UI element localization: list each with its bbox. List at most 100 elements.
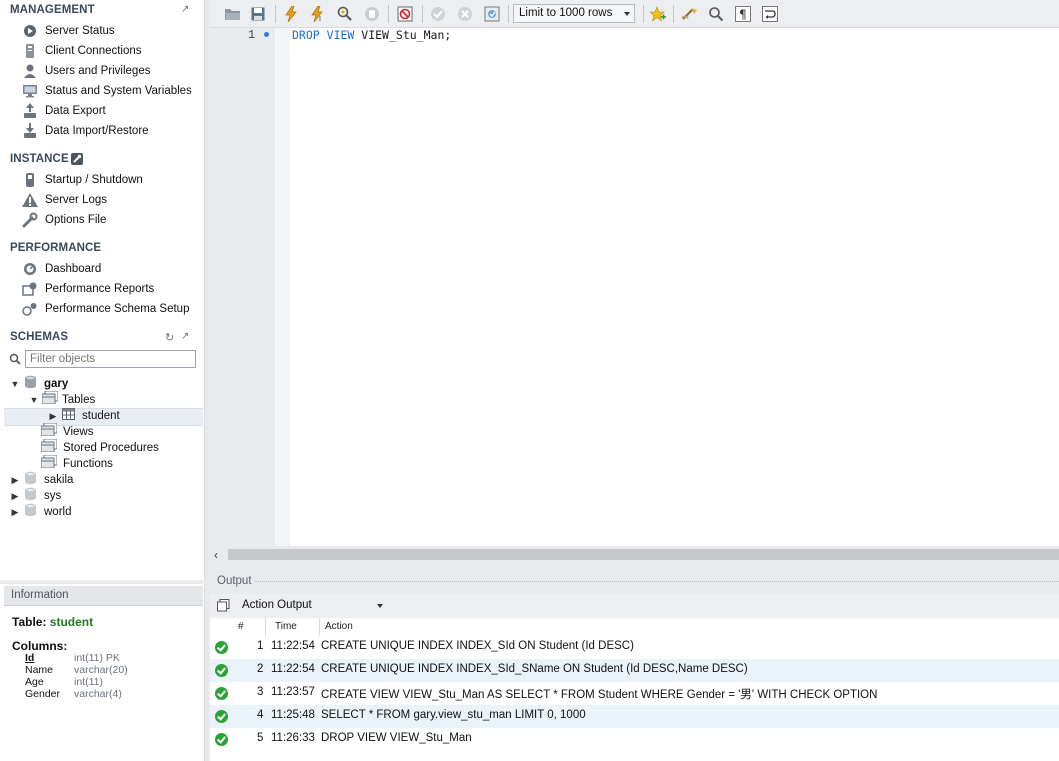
nav-startup-shutdown[interactable]: Startup / Shutdown: [22, 171, 143, 189]
information-title: Information: [11, 589, 69, 601]
nav-status-variables[interactable]: Status and System Variables: [22, 82, 192, 100]
beautify-icon[interactable]: [680, 5, 698, 23]
open-file-icon[interactable]: [223, 5, 241, 23]
nav-label: Data Export: [45, 105, 106, 117]
output-title: Output: [217, 575, 252, 587]
nav-label: Server Logs: [45, 194, 108, 206]
nav-performance-schema-setup[interactable]: Performance Schema Setup: [22, 300, 189, 318]
nav-data-export[interactable]: Data Export: [22, 102, 106, 120]
info-column-type: varchar(4): [74, 688, 122, 700]
chevron-down-icon: [624, 12, 630, 16]
expand-icon[interactable]: ↗: [181, 4, 189, 15]
row-time: 11:22:54: [271, 640, 315, 652]
management-section-title: MANAGEMENT: [10, 4, 95, 16]
tree-table-student[interactable]: ▶ student: [48, 407, 120, 424]
nav-label: Performance Schema Setup: [45, 303, 190, 315]
rollback-icon[interactable]: [456, 5, 474, 23]
monitor-icon: [22, 83, 38, 99]
find-icon[interactable]: [707, 5, 725, 23]
commit-icon[interactable]: [429, 5, 447, 23]
tree-tables[interactable]: ▼ Tables: [29, 390, 95, 409]
nav-data-import[interactable]: Data Import/Restore: [22, 122, 149, 140]
nav-label: Server Status: [45, 25, 115, 37]
save-icon[interactable]: [249, 5, 267, 23]
warning-icon: [22, 192, 38, 208]
nav-client-connections[interactable]: Client Connections: [22, 42, 142, 60]
info-table-line: Table: student: [12, 615, 93, 629]
nav-options-file[interactable]: Options File: [22, 211, 106, 229]
wrench-icon: [22, 212, 38, 228]
svg-text:I: I: [319, 16, 321, 22]
table-row[interactable]: 5 11:26:33 DROP VIEW VIEW_Stu_Man: [210, 728, 1059, 751]
editor-horizontal-scrollbar[interactable]: ‹: [210, 546, 1059, 563]
filter-objects-input[interactable]: [25, 350, 196, 368]
success-check-icon: [215, 710, 228, 723]
instance-wrench-icon: [71, 153, 83, 165]
output-header-divider: [255, 581, 1059, 583]
expand-schemas-icon[interactable]: ↗: [181, 331, 189, 342]
nav-performance-reports[interactable]: Performance Reports: [22, 280, 154, 298]
refresh-icon[interactable]: ↻: [165, 331, 174, 344]
autocommit-icon[interactable]: [483, 5, 501, 23]
tables-folder-icon: [41, 390, 59, 409]
row-time: 11:23:57: [271, 686, 315, 698]
collapsed-triangle-icon[interactable]: ▶: [10, 504, 20, 520]
search-icon: [9, 353, 21, 365]
scroll-left-icon[interactable]: ‹: [214, 548, 218, 562]
schema-sakila[interactable]: ▶ sakila: [10, 471, 73, 488]
row-action: CREATE UNIQUE INDEX INDEX_SId ON Student…: [321, 640, 634, 652]
schema-world[interactable]: ▶ world: [10, 503, 71, 520]
output-type-select[interactable]: Action Output: [236, 597, 386, 615]
add-snippet-star-icon[interactable]: [648, 5, 666, 23]
user-icon: [22, 63, 38, 79]
info-column-name: Gender: [25, 688, 61, 700]
explain-icon[interactable]: [336, 5, 354, 23]
tree-stored-procedures[interactable]: Stored Procedures: [40, 438, 159, 456]
line-number: 1: [248, 28, 256, 42]
row-number: 4: [257, 709, 264, 721]
column-header-num[interactable]: #: [238, 618, 244, 636]
tree-functions[interactable]: Functions: [40, 454, 113, 472]
toggle-stop-on-error-icon[interactable]: [396, 5, 414, 23]
table-row[interactable]: 1 11:22:54 CREATE UNIQUE INDEX INDEX_SId…: [210, 636, 1059, 659]
info-column-name: Age: [25, 676, 44, 688]
collapsed-triangle-icon[interactable]: ▶: [10, 472, 20, 488]
row-number: 1: [257, 640, 264, 652]
tree-views[interactable]: Views: [40, 422, 93, 440]
tree-label: Stored Procedures: [63, 442, 159, 454]
row-number: 2: [257, 663, 264, 675]
sql-code-line[interactable]: DROP VIEW VIEW_Stu_Man;: [292, 28, 451, 42]
table-row[interactable]: 3 11:23:57 CREATE VIEW VIEW_Stu_Man AS S…: [210, 682, 1059, 705]
scrollbar-thumb[interactable]: [228, 549, 1059, 560]
column-header-action[interactable]: Action: [325, 618, 353, 636]
execute-current-icon[interactable]: I: [309, 5, 327, 23]
execute-icon[interactable]: [282, 5, 300, 23]
info-column-row: Id int(11) PK: [25, 652, 128, 664]
sql-editor[interactable]: [210, 28, 1059, 546]
table-row[interactable]: 2 11:22:54 CREATE UNIQUE INDEX INDEX_SId…: [210, 659, 1059, 682]
table-row[interactable]: 4 11:25:48 SELECT * FROM gary.view_stu_m…: [210, 705, 1059, 728]
expanded-triangle-icon[interactable]: ▼: [29, 392, 39, 408]
word-wrap-icon[interactable]: [761, 5, 779, 23]
schema-gary[interactable]: ▼ gary: [10, 375, 68, 392]
chevron-down-icon: [377, 604, 383, 608]
info-table-label: Table:: [12, 615, 47, 629]
row-time: 11:26:33: [271, 732, 315, 744]
invisible-chars-icon[interactable]: ¶: [734, 5, 752, 23]
info-columns-list: Id int(11) PK Name varchar(20) Age int(1…: [25, 652, 128, 700]
nav-server-logs[interactable]: Server Logs: [22, 191, 107, 209]
expanded-triangle-icon[interactable]: ▼: [10, 376, 20, 392]
limit-rows-select[interactable]: Limit to 1000 rows: [513, 4, 635, 23]
collapsed-triangle-icon[interactable]: ▶: [48, 408, 58, 424]
nav-server-status[interactable]: Server Status: [22, 22, 115, 40]
column-header-time[interactable]: Time: [275, 618, 297, 636]
row-number: 3: [257, 686, 264, 698]
nav-dashboard[interactable]: Dashboard: [22, 260, 101, 278]
nav-users-privileges[interactable]: Users and Privileges: [22, 62, 150, 80]
copy-icon[interactable]: [217, 599, 230, 612]
instance-section-title: INSTANCE: [10, 153, 69, 165]
collapsed-triangle-icon[interactable]: ▶: [10, 488, 20, 504]
stop-icon[interactable]: [363, 5, 381, 23]
nav-label: Performance Reports: [45, 283, 155, 295]
success-check-icon: [215, 664, 228, 677]
